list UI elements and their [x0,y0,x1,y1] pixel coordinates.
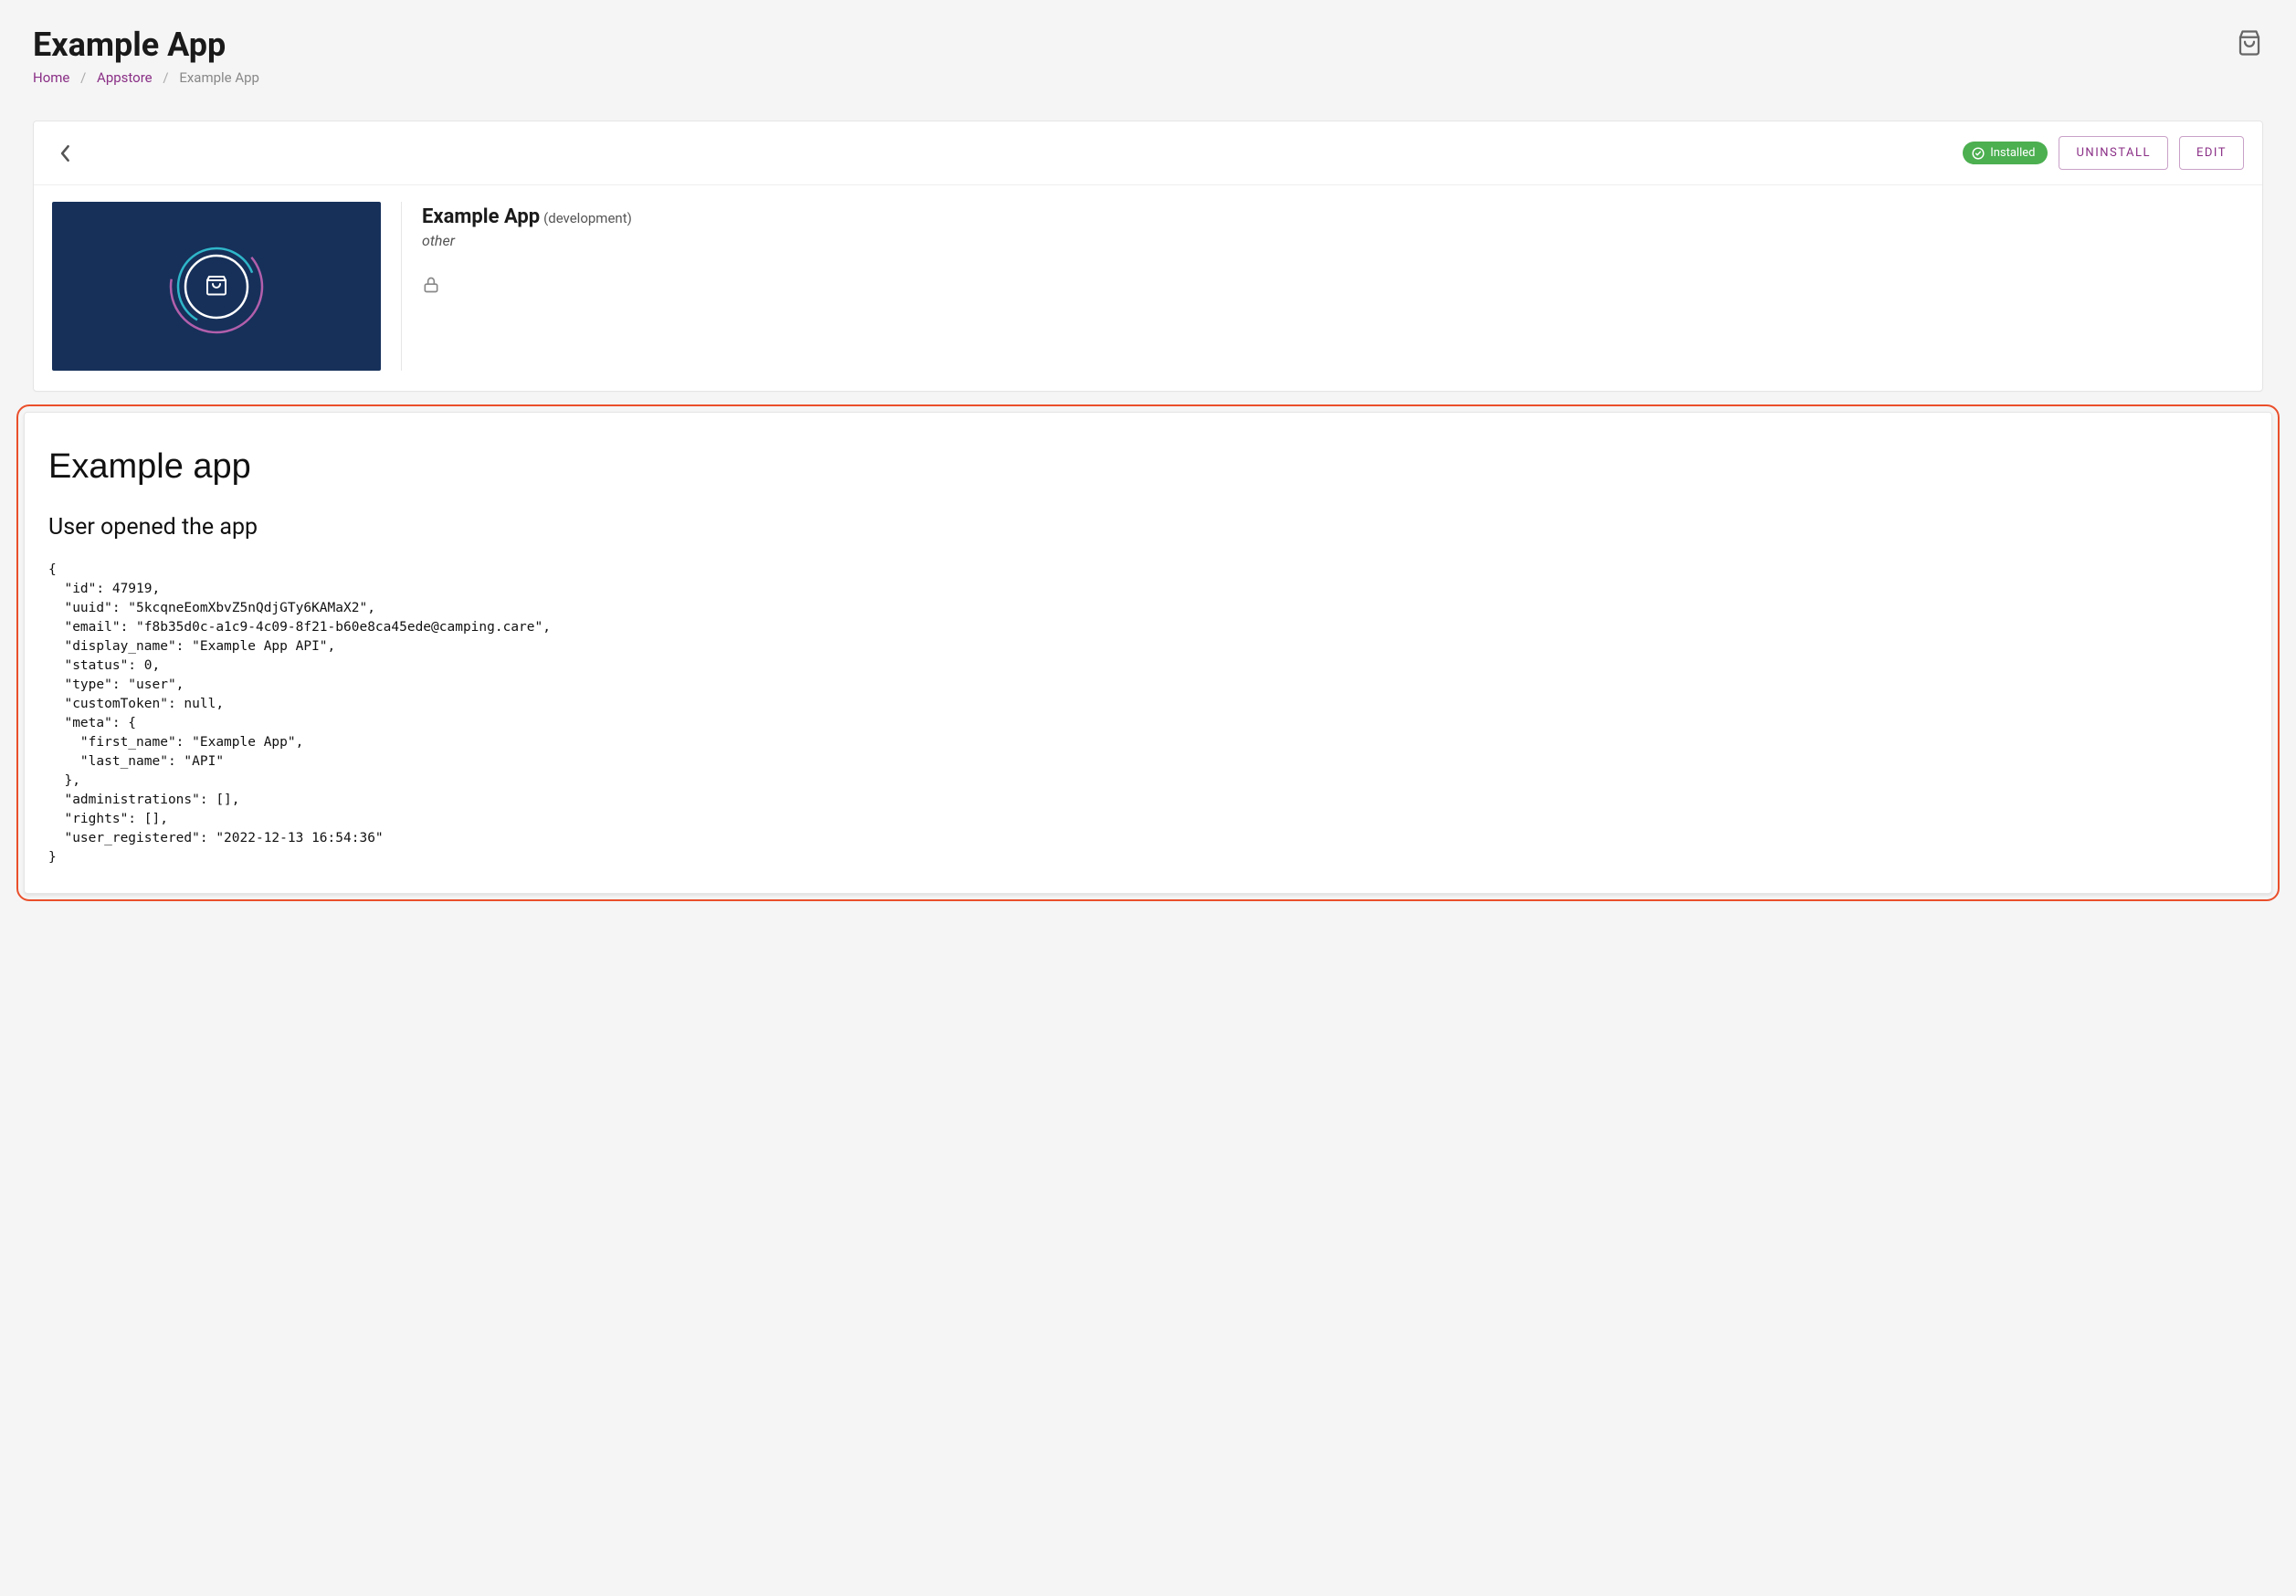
shopping-bag-icon[interactable] [2236,29,2263,60]
vertical-divider [401,202,402,371]
lock-icon [422,275,632,299]
app-meta: Example App (development) other [422,202,632,371]
app-tile-graphic [153,223,280,351]
installed-badge-label: Installed [1990,146,2035,160]
page-title: Example App [33,26,259,64]
app-stage: (development) [543,210,632,226]
app-tile [52,202,381,371]
app-output-panel: Example app User opened the app { "id": … [24,412,2272,894]
breadcrumb: Home / Appstore / Example App [33,69,259,86]
edit-button[interactable]: Edit [2179,136,2244,170]
page-header: Example App Home / Appstore / Example Ap… [33,26,2263,121]
card-toolbar: Installed Uninstall Edit [34,121,2262,185]
card-body: Example App (development) other [34,185,2262,391]
breadcrumb-separator: / [163,69,168,86]
panel-json-output: { "id": 47919, "uuid": "5kcqneEomXbvZ5nQ… [48,561,2248,867]
breadcrumb-separator: / [80,69,86,86]
back-button[interactable] [52,140,79,167]
breadcrumb-appstore[interactable]: Appstore [97,69,153,86]
app-name: Example App [422,205,540,228]
app-category: other [422,232,632,249]
breadcrumb-home[interactable]: Home [33,69,69,86]
check-circle-icon [1972,147,1985,160]
panel-heading: Example app [48,447,2248,487]
breadcrumb-current: Example App [179,69,259,86]
app-card: Installed Uninstall Edit [33,121,2263,392]
highlight-frame: Example app User opened the app { "id": … [16,404,2280,901]
panel-subheading: User opened the app [48,514,2248,541]
uninstall-button[interactable]: Uninstall [2059,136,2167,170]
installed-badge: Installed [1963,142,2048,164]
